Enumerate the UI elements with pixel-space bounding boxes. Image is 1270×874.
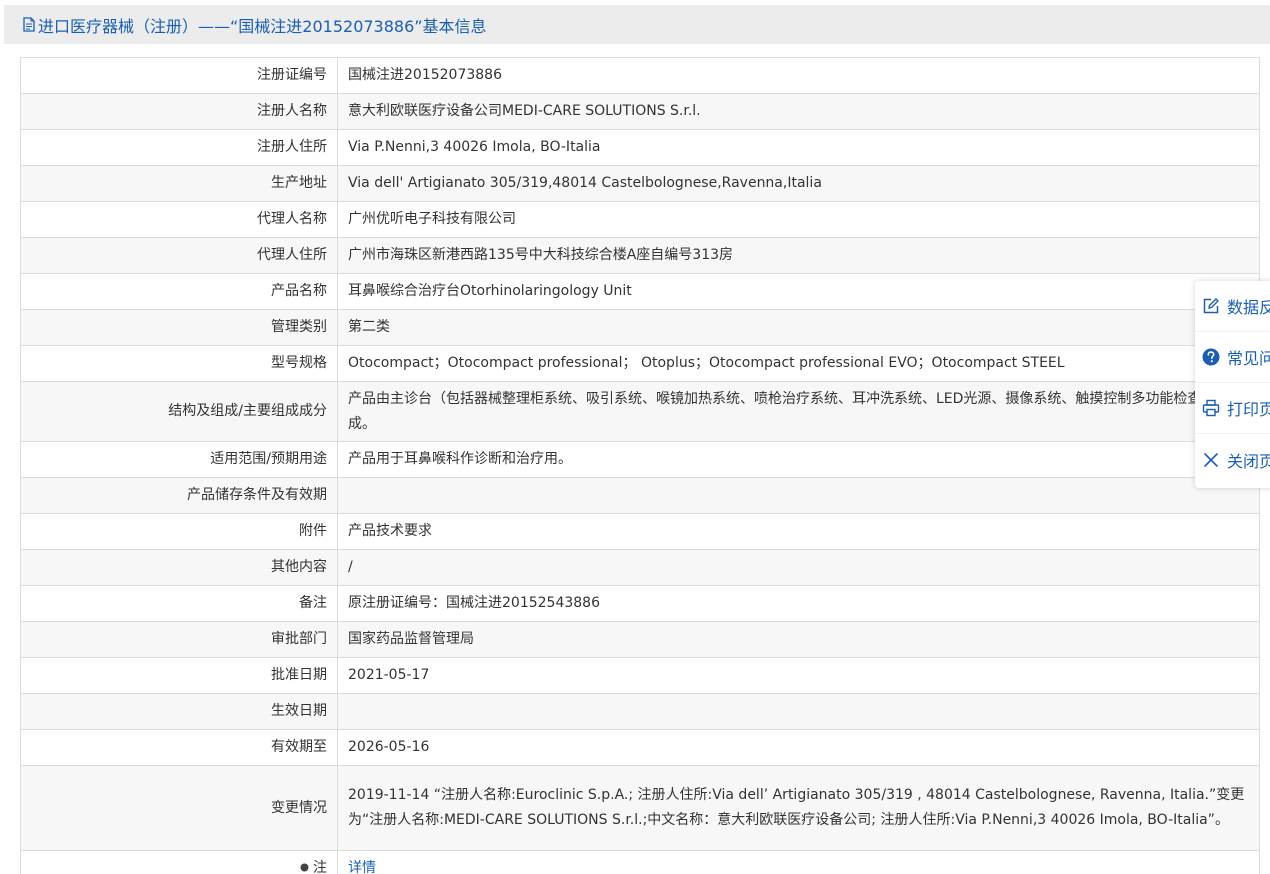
table-row: 注册证编号 国械注进20152073886 — [20, 57, 1260, 94]
field-label: 备注 — [20, 585, 338, 622]
field-value: 2021-05-17 — [337, 657, 1260, 694]
table-row: 变更情况 2019-11-14 “注册人名称:Euroclinic S.p.A.… — [20, 765, 1260, 851]
table-row: 备注 原注册证编号：国械注进20152543886 — [20, 585, 1260, 622]
field-value: Via P.Nenni,3 40026 Imola, BO-Italia — [337, 129, 1260, 166]
field-value: 2026-05-16 — [337, 729, 1260, 766]
table-row: 注 详情 — [20, 850, 1260, 874]
field-label: 生产地址 — [20, 165, 338, 202]
table-row: 适用范围/预期用途 产品用于耳鼻喉科作诊断和治疗用。 — [20, 441, 1260, 478]
close-page-button[interactable]: 关闭页面 — [1195, 434, 1270, 485]
field-value: 广州市海珠区新港西路135号中大科技综合楼A座自编号313房 — [337, 237, 1260, 274]
field-label: 注册证编号 — [20, 57, 338, 94]
field-value: 意大利欧联医疗设备公司MEDI-CARE SOLUTIONS S.r.l. — [337, 93, 1260, 130]
field-value: 原注册证编号：国械注进20152543886 — [337, 585, 1260, 622]
info-table-container: 注册证编号 国械注进20152073886 注册人名称 意大利欧联医疗设备公司M… — [20, 57, 1260, 874]
field-value: 产品技术要求 — [337, 513, 1260, 550]
floating-side-panel: 数据反馈 常见问题 打印页面 关闭页面 — [1195, 281, 1270, 488]
field-label: 生效日期 — [20, 693, 338, 730]
close-page-label: 关闭页面 — [1227, 451, 1270, 471]
table-row: 代理人名称 广州优听电子科技有限公司 — [20, 201, 1260, 238]
table-row: 产品名称 耳鼻喉综合治疗台Otorhinolaringology Unit — [20, 273, 1260, 310]
field-label: 代理人名称 — [20, 201, 338, 238]
document-icon — [23, 17, 35, 32]
field-label: 审批部门 — [20, 621, 338, 658]
feedback-label: 数据反馈 — [1227, 298, 1270, 317]
field-value: / — [337, 549, 1260, 586]
field-label: 注册人名称 — [20, 93, 338, 130]
field-value — [337, 693, 1260, 730]
table-row: 审批部门 国家药品监督管理局 — [20, 621, 1260, 658]
table-row: 管理类别 第二类 — [20, 309, 1260, 346]
field-value: 2019-11-14 “注册人名称:Euroclinic S.p.A.; 注册人… — [337, 765, 1260, 851]
table-row: 有效期至 2026-05-16 — [20, 729, 1260, 766]
table-row: 注册人名称 意大利欧联医疗设备公司MEDI-CARE SOLUTIONS S.r… — [20, 93, 1260, 130]
note-label-cell: 注 — [20, 850, 338, 874]
field-value: 产品用于耳鼻喉科作诊断和治疗用。 — [337, 441, 1260, 478]
note-label: 注 — [313, 860, 327, 874]
table-row: 生产地址 Via dell' Artigianato 305/319,48014… — [20, 165, 1260, 202]
page: 进口医疗器械（注册）——“国械注进20152073886”基本信息 注册证编号 … — [0, 0, 1270, 874]
feedback-button[interactable]: 数据反馈 — [1195, 281, 1270, 332]
table-row: 注册人住所 Via P.Nenni,3 40026 Imola, BO-Ital… — [20, 129, 1260, 166]
field-label: 适用范围/预期用途 — [20, 441, 338, 478]
field-label: 有效期至 — [20, 729, 338, 766]
page-header: 进口医疗器械（注册）——“国械注进20152073886”基本信息 — [4, 5, 1270, 44]
field-label: 型号规格 — [20, 345, 338, 382]
table-row: 代理人住所 广州市海珠区新港西路135号中大科技综合楼A座自编号313房 — [20, 237, 1260, 274]
table-row: 批准日期 2021-05-17 — [20, 657, 1260, 694]
note-value-cell: 详情 — [337, 850, 1260, 874]
field-label: 结构及组成/主要组成成分 — [20, 381, 338, 442]
edit-icon — [1203, 298, 1219, 314]
table-row: 生效日期 — [20, 693, 1260, 730]
table-row: 型号规格 Otocompact；Otocompact professional；… — [20, 345, 1260, 382]
field-label: 其他内容 — [20, 549, 338, 586]
info-table: 注册证编号 国械注进20152073886 注册人名称 意大利欧联医疗设备公司M… — [20, 57, 1260, 874]
field-value: 耳鼻喉综合治疗台Otorhinolaringology Unit — [337, 273, 1260, 310]
print-icon — [1202, 399, 1220, 417]
field-value — [337, 477, 1260, 514]
close-icon — [1204, 452, 1218, 467]
table-row: 附件 产品技术要求 — [20, 513, 1260, 550]
page-title: 进口医疗器械（注册）——“国械注进20152073886”基本信息 — [38, 16, 487, 36]
field-value: Via dell' Artigianato 305/319,48014 Cast… — [337, 165, 1260, 202]
field-value: 国械注进20152073886 — [337, 57, 1260, 94]
field-label: 代理人住所 — [20, 237, 338, 274]
field-label: 管理类别 — [20, 309, 338, 346]
field-label: 产品名称 — [20, 273, 338, 310]
field-label: 批准日期 — [20, 657, 338, 694]
faq-label: 常见问题 — [1227, 349, 1270, 368]
field-label: 产品储存条件及有效期 — [20, 477, 338, 514]
field-value: 产品由主诊台（包括器械整理柜系统、吸引系统、喉镜加热系统、喷枪治疗系统、耳冲洗系… — [337, 381, 1260, 442]
table-row: 产品储存条件及有效期 — [20, 477, 1260, 514]
bullet-icon — [300, 863, 309, 872]
field-value: 第二类 — [337, 309, 1260, 346]
field-label: 变更情况 — [20, 765, 338, 851]
question-icon — [1202, 348, 1220, 366]
field-value: 广州优听电子科技有限公司 — [337, 201, 1260, 238]
field-value: Otocompact；Otocompact professional； Otop… — [337, 345, 1260, 382]
field-label: 注册人住所 — [20, 129, 338, 166]
field-label: 附件 — [20, 513, 338, 550]
print-button[interactable]: 打印页面 — [1195, 383, 1270, 434]
table-row: 结构及组成/主要组成成分 产品由主诊台（包括器械整理柜系统、吸引系统、喉镜加热系… — [20, 381, 1260, 442]
faq-button[interactable]: 常见问题 — [1195, 332, 1270, 383]
details-link[interactable]: 详情 — [348, 860, 376, 874]
print-label: 打印页面 — [1227, 400, 1270, 419]
table-row: 其他内容 / — [20, 549, 1260, 586]
field-value: 国家药品监督管理局 — [337, 621, 1260, 658]
